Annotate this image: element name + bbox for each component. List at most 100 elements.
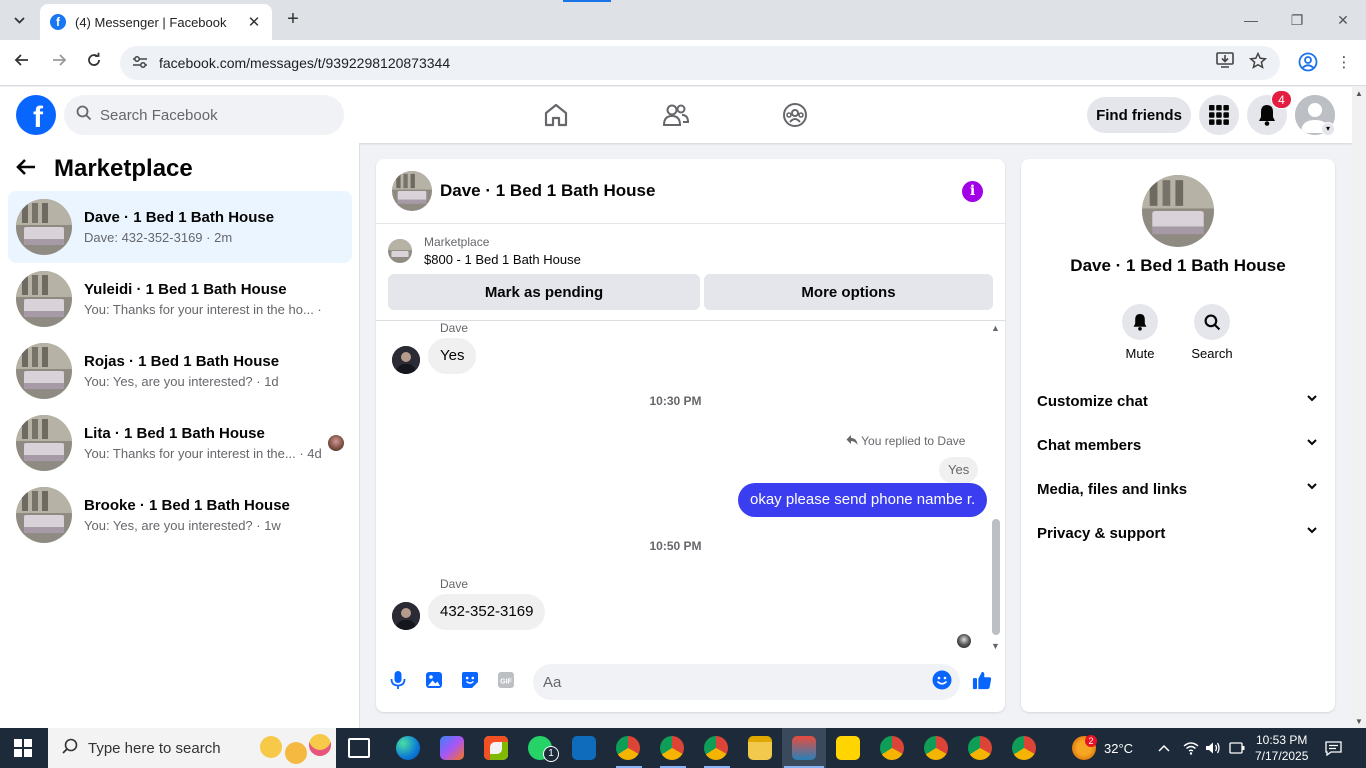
system-clock[interactable]: 10:53 PM 7/17/2025 xyxy=(1255,732,1308,764)
arrow-right-icon xyxy=(53,54,67,66)
sticker-icon[interactable] xyxy=(460,670,480,690)
emoji-icon[interactable] xyxy=(932,670,952,690)
forward-button[interactable] xyxy=(47,51,71,75)
temperature[interactable]: 32°C xyxy=(1104,728,1133,768)
listing-thumbnail xyxy=(16,343,72,399)
page-scrollbar[interactable]: ▲ ▼ xyxy=(1352,87,1366,728)
tab-search-dropdown[interactable] xyxy=(6,8,32,32)
windows-start-button[interactable] xyxy=(14,739,32,757)
outgoing-message[interactable]: okay please send phone nambe r. xyxy=(738,483,988,517)
new-tab-button[interactable]: + xyxy=(282,8,304,32)
chrome-icon[interactable] xyxy=(880,736,904,760)
scroll-up-arrow[interactable]: ▲ xyxy=(1355,89,1363,98)
mark-as-pending-button[interactable]: Mark as pending xyxy=(388,274,700,310)
chrome-icon[interactable] xyxy=(704,736,728,760)
thumbs-up-icon[interactable] xyxy=(972,670,992,690)
chrome-icon[interactable] xyxy=(660,736,684,760)
battery-icon[interactable] xyxy=(1229,728,1245,768)
address-bar[interactable]: facebook.com/messages/t/9392298120873344 xyxy=(120,46,1280,80)
close-window-button[interactable]: ✕ xyxy=(1323,8,1363,32)
back-button[interactable] xyxy=(10,51,34,75)
chat-title[interactable]: Dave · 1 Bed 1 Bath House xyxy=(440,181,655,201)
copilot-icon[interactable] xyxy=(440,736,464,760)
chat-scrollbar[interactable]: ▲ ▼ xyxy=(990,321,1002,651)
media-files-links-section[interactable]: Media, files and links xyxy=(1029,467,1327,511)
scroll-down-arrow[interactable]: ▼ xyxy=(1355,717,1363,726)
quoted-message[interactable]: Yes xyxy=(939,457,979,483)
file-explorer-icon[interactable] xyxy=(748,736,772,760)
volume-icon[interactable] xyxy=(1205,728,1221,768)
show-hidden-icons[interactable] xyxy=(1158,728,1170,768)
menu-button[interactable] xyxy=(1199,95,1239,135)
conversation-item[interactable]: Yuleidi · 1 Bed 1 Bath House You: Thanks… xyxy=(8,263,352,335)
chrome-icon[interactable] xyxy=(968,736,992,760)
mute-label: Mute xyxy=(1125,346,1155,361)
facebook-search[interactable] xyxy=(64,95,344,135)
conversation-item[interactable]: Lita · 1 Bed 1 Bath House You: Thanks fo… xyxy=(8,407,352,479)
friends-nav-button[interactable] xyxy=(660,99,692,131)
photo-icon[interactable] xyxy=(424,670,444,690)
edge-browser-icon[interactable] xyxy=(396,736,420,760)
chat-scroll-up[interactable]: ▲ xyxy=(991,323,1000,333)
conversation-name: Dave · 1 Bed 1 Bath House xyxy=(84,209,275,226)
incoming-message[interactable]: Yes xyxy=(428,338,477,374)
taskbar-search-placeholder: Type here to search xyxy=(88,739,221,757)
site-info-icon[interactable] xyxy=(132,55,150,72)
section-label: Media, files and links xyxy=(1037,480,1188,498)
conversation-item[interactable]: Dave · 1 Bed 1 Bath House Dave: 432-352-… xyxy=(8,191,352,263)
more-options-button[interactable]: More options xyxy=(704,274,993,310)
chrome-icon[interactable] xyxy=(1012,736,1036,760)
conversation-avatar[interactable] xyxy=(1142,175,1214,247)
reload-button[interactable] xyxy=(82,51,106,75)
tab-close-icon[interactable]: ✕ xyxy=(246,13,262,31)
browser-tab-messenger[interactable]: f (4) Messenger | Facebook ✕ xyxy=(40,4,272,40)
browser-menu-icon[interactable]: ⋮ xyxy=(1333,52,1355,74)
grid-menu-icon xyxy=(1209,105,1229,125)
back-arrow-icon[interactable] xyxy=(16,155,36,183)
bookmark-star-icon[interactable] xyxy=(1247,51,1269,74)
chat-scroll-thumb[interactable] xyxy=(992,519,1000,635)
outlook-icon[interactable] xyxy=(572,736,596,760)
task-view-icon[interactable] xyxy=(348,738,370,758)
search-input[interactable] xyxy=(100,106,320,124)
notification-center-icon[interactable] xyxy=(1325,728,1342,768)
info-icon[interactable]: i xyxy=(962,181,983,202)
gif-icon[interactable]: GIF xyxy=(496,670,516,690)
chat-scroll-down[interactable]: ▼ xyxy=(991,641,1000,651)
find-friends-button[interactable]: Find friends xyxy=(1087,97,1191,133)
snipping-tool-icon[interactable] xyxy=(792,736,816,760)
facebook-logo[interactable]: f xyxy=(16,95,56,135)
install-app-icon[interactable] xyxy=(1214,52,1236,74)
smiling-emoji-icon xyxy=(285,742,307,764)
mute-button[interactable]: Mute xyxy=(1110,304,1170,361)
privacy-support-section[interactable]: Privacy & support xyxy=(1029,511,1327,555)
chat-members-section[interactable]: Chat members xyxy=(1029,423,1327,467)
sender-avatar[interactable] xyxy=(392,602,420,630)
conversation-item[interactable]: Rojas · 1 Bed 1 Bath House You: Yes, are… xyxy=(8,335,352,407)
home-nav-button[interactable] xyxy=(540,99,572,131)
message-input[interactable] xyxy=(533,664,960,700)
network-icon[interactable] xyxy=(1183,728,1199,768)
incoming-message[interactable]: 432-352-3169 xyxy=(428,594,546,630)
microphone-icon[interactable] xyxy=(388,670,408,690)
account-chevron-icon[interactable]: ▾ xyxy=(1321,122,1335,136)
sticky-notes-icon[interactable] xyxy=(836,736,860,760)
search-in-conversation-button[interactable]: Search xyxy=(1182,304,1242,361)
chat-thumbnail[interactable] xyxy=(392,171,432,211)
groups-icon xyxy=(783,103,807,127)
search-icon xyxy=(76,105,96,125)
search-icon xyxy=(62,738,78,758)
minimize-button[interactable]: — xyxy=(1231,8,1271,32)
groups-nav-button[interactable] xyxy=(779,99,811,131)
conversation-item[interactable]: Brooke · 1 Bed 1 Bath House You: Yes, ar… xyxy=(8,479,352,551)
customize-chat-section[interactable]: Customize chat xyxy=(1029,379,1327,423)
chrome-profile-icon[interactable] xyxy=(1297,52,1319,74)
sidebar-header: Marketplace xyxy=(16,155,193,183)
microsoft-store-icon[interactable] xyxy=(484,736,508,760)
restore-button[interactable]: ❐ xyxy=(1277,8,1317,32)
arrow-left-icon xyxy=(14,54,28,66)
chrome-icon[interactable] xyxy=(616,736,640,760)
sender-avatar[interactable] xyxy=(392,346,420,374)
listing-summary[interactable]: Marketplace $800 - 1 Bed 1 Bath House xyxy=(388,235,581,267)
chrome-icon[interactable] xyxy=(924,736,948,760)
